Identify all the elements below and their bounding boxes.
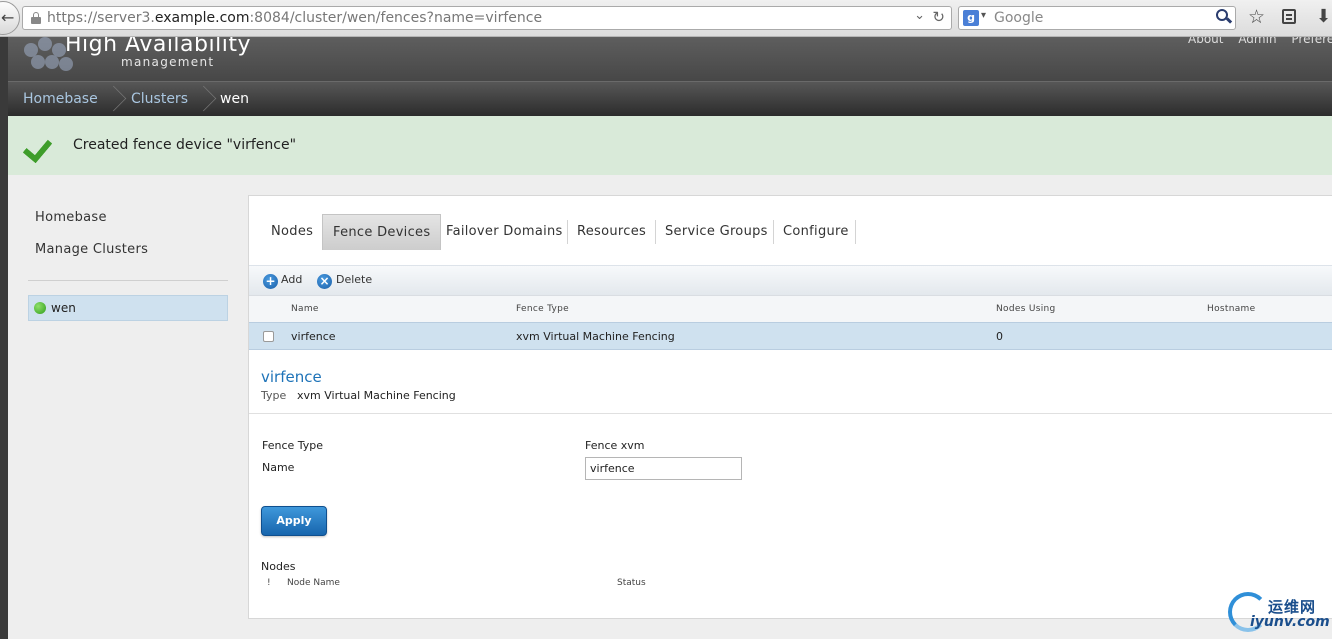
sidebar-item-homebase[interactable]: Homebase [35,210,107,225]
sidebar-item-manage-clusters[interactable]: Manage Clusters [35,242,148,257]
success-message: Created fence device "virfence" [8,116,1332,175]
tab-nodes[interactable]: Nodes [261,214,323,250]
delete-button[interactable]: Delete [336,273,372,286]
cell-fence-type: xvm Virtual Machine Fencing [516,330,675,343]
success-message-text: Created fence device "virfence" [73,137,297,153]
apply-button[interactable]: Apply [261,506,327,536]
column-header-fence-type[interactable]: Fence Type [516,304,569,314]
fence-type-value: Fence xvm [585,439,645,452]
sidebar-divider [28,280,228,281]
back-arrow-icon: ← [1,8,15,27]
bookmarks-list-icon[interactable] [1282,9,1296,24]
tab-configure[interactable]: Configure [773,214,859,250]
preferences-link[interactable]: Preferences [1291,37,1332,46]
column-header-nodes-using[interactable]: Nodes Using [996,304,1056,314]
nodes-column-alert: ! [267,578,271,588]
checkmark-icon [25,133,55,159]
column-header-hostname[interactable]: Hostname [1207,304,1255,314]
main-panel: Nodes Fence Devices Failover Domains Res… [248,195,1332,619]
breadcrumb-current: wen [220,91,249,107]
add-icon[interactable]: + [263,274,278,289]
app-title: High Availability [65,37,251,57]
browser-toolbar: ← https://server3.example.com:8084/clust… [0,0,1332,37]
nodes-column-status[interactable]: Status [617,578,646,588]
column-header-name[interactable]: Name [291,304,319,314]
search-bar[interactable]: g ▾ Google [958,6,1236,30]
url-text: https://server3.example.com:8084/cluster… [47,10,543,26]
app-subtitle: management [121,55,215,69]
fence-type-label: Fence Type [262,439,324,452]
bookmark-star-icon[interactable]: ☆ [1248,6,1265,28]
watermark-logo: 运维网 iyunv.com [1228,592,1332,636]
top-links: About Admin Preferences [1188,37,1332,46]
detail-type-label: Type [261,389,287,402]
reload-icon[interactable]: ↻ [932,8,945,26]
tab-fence-devices[interactable]: Fence Devices [322,214,442,250]
detail-title: virfence [261,368,322,386]
detail-divider [249,413,1332,414]
tab-service-groups[interactable]: Service Groups [655,214,778,250]
tab-failover-domains[interactable]: Failover Domains [436,214,573,250]
lock-icon [31,12,41,24]
status-ok-icon [34,302,46,314]
cell-nodes-using: 0 [996,330,1003,343]
history-dropdown-icon[interactable]: ⌄ [914,8,925,23]
table-row[interactable]: virfence xvm Virtual Machine Fencing 0 [249,322,1332,350]
watermark-en: iyunv.com [1250,614,1330,630]
nodes-section-label: Nodes [261,560,296,573]
breadcrumb-separator [111,82,125,116]
download-icon[interactable]: ⬇ [1316,6,1331,27]
table-header: Name Fence Type Nodes Using Hostname [249,295,1332,322]
fence-toolbar: + Add × Delete [249,265,1332,295]
sidebar: Homebase Manage Clusters wen [8,175,248,639]
page-content: Homebase Manage Clusters wen Nodes Fence… [8,175,1332,639]
nodes-column-node-name[interactable]: Node Name [287,578,340,588]
breadcrumb-clusters[interactable]: Clusters [131,91,188,107]
address-bar[interactable]: https://server3.example.com:8084/cluster… [22,6,952,30]
search-input[interactable]: Google [994,10,1043,26]
cell-name: virfence [291,330,336,343]
tab-resources[interactable]: Resources [567,214,656,250]
name-label: Name [262,461,295,474]
add-button[interactable]: Add [281,273,302,286]
breadcrumb-separator [201,82,215,116]
search-icon[interactable] [1215,8,1233,26]
app-header: High Availability management About Admin… [8,37,1332,81]
sidebar-item-cluster-wen[interactable]: wen [28,295,228,321]
name-input[interactable] [585,457,742,480]
breadcrumb-homebase[interactable]: Homebase [23,91,98,107]
row-checkbox[interactable] [263,331,274,342]
admin-link[interactable]: Admin [1238,37,1276,46]
google-icon[interactable]: g [963,10,979,26]
search-engine-caret-icon[interactable]: ▾ [981,10,986,21]
breadcrumb: Homebase Clusters wen [8,81,1332,116]
back-button[interactable]: ← [0,1,20,35]
cluster-name: wen [51,301,76,315]
about-link[interactable]: About [1188,37,1223,46]
detail-type-value: xvm Virtual Machine Fencing [297,389,456,402]
delete-icon[interactable]: × [317,274,332,289]
